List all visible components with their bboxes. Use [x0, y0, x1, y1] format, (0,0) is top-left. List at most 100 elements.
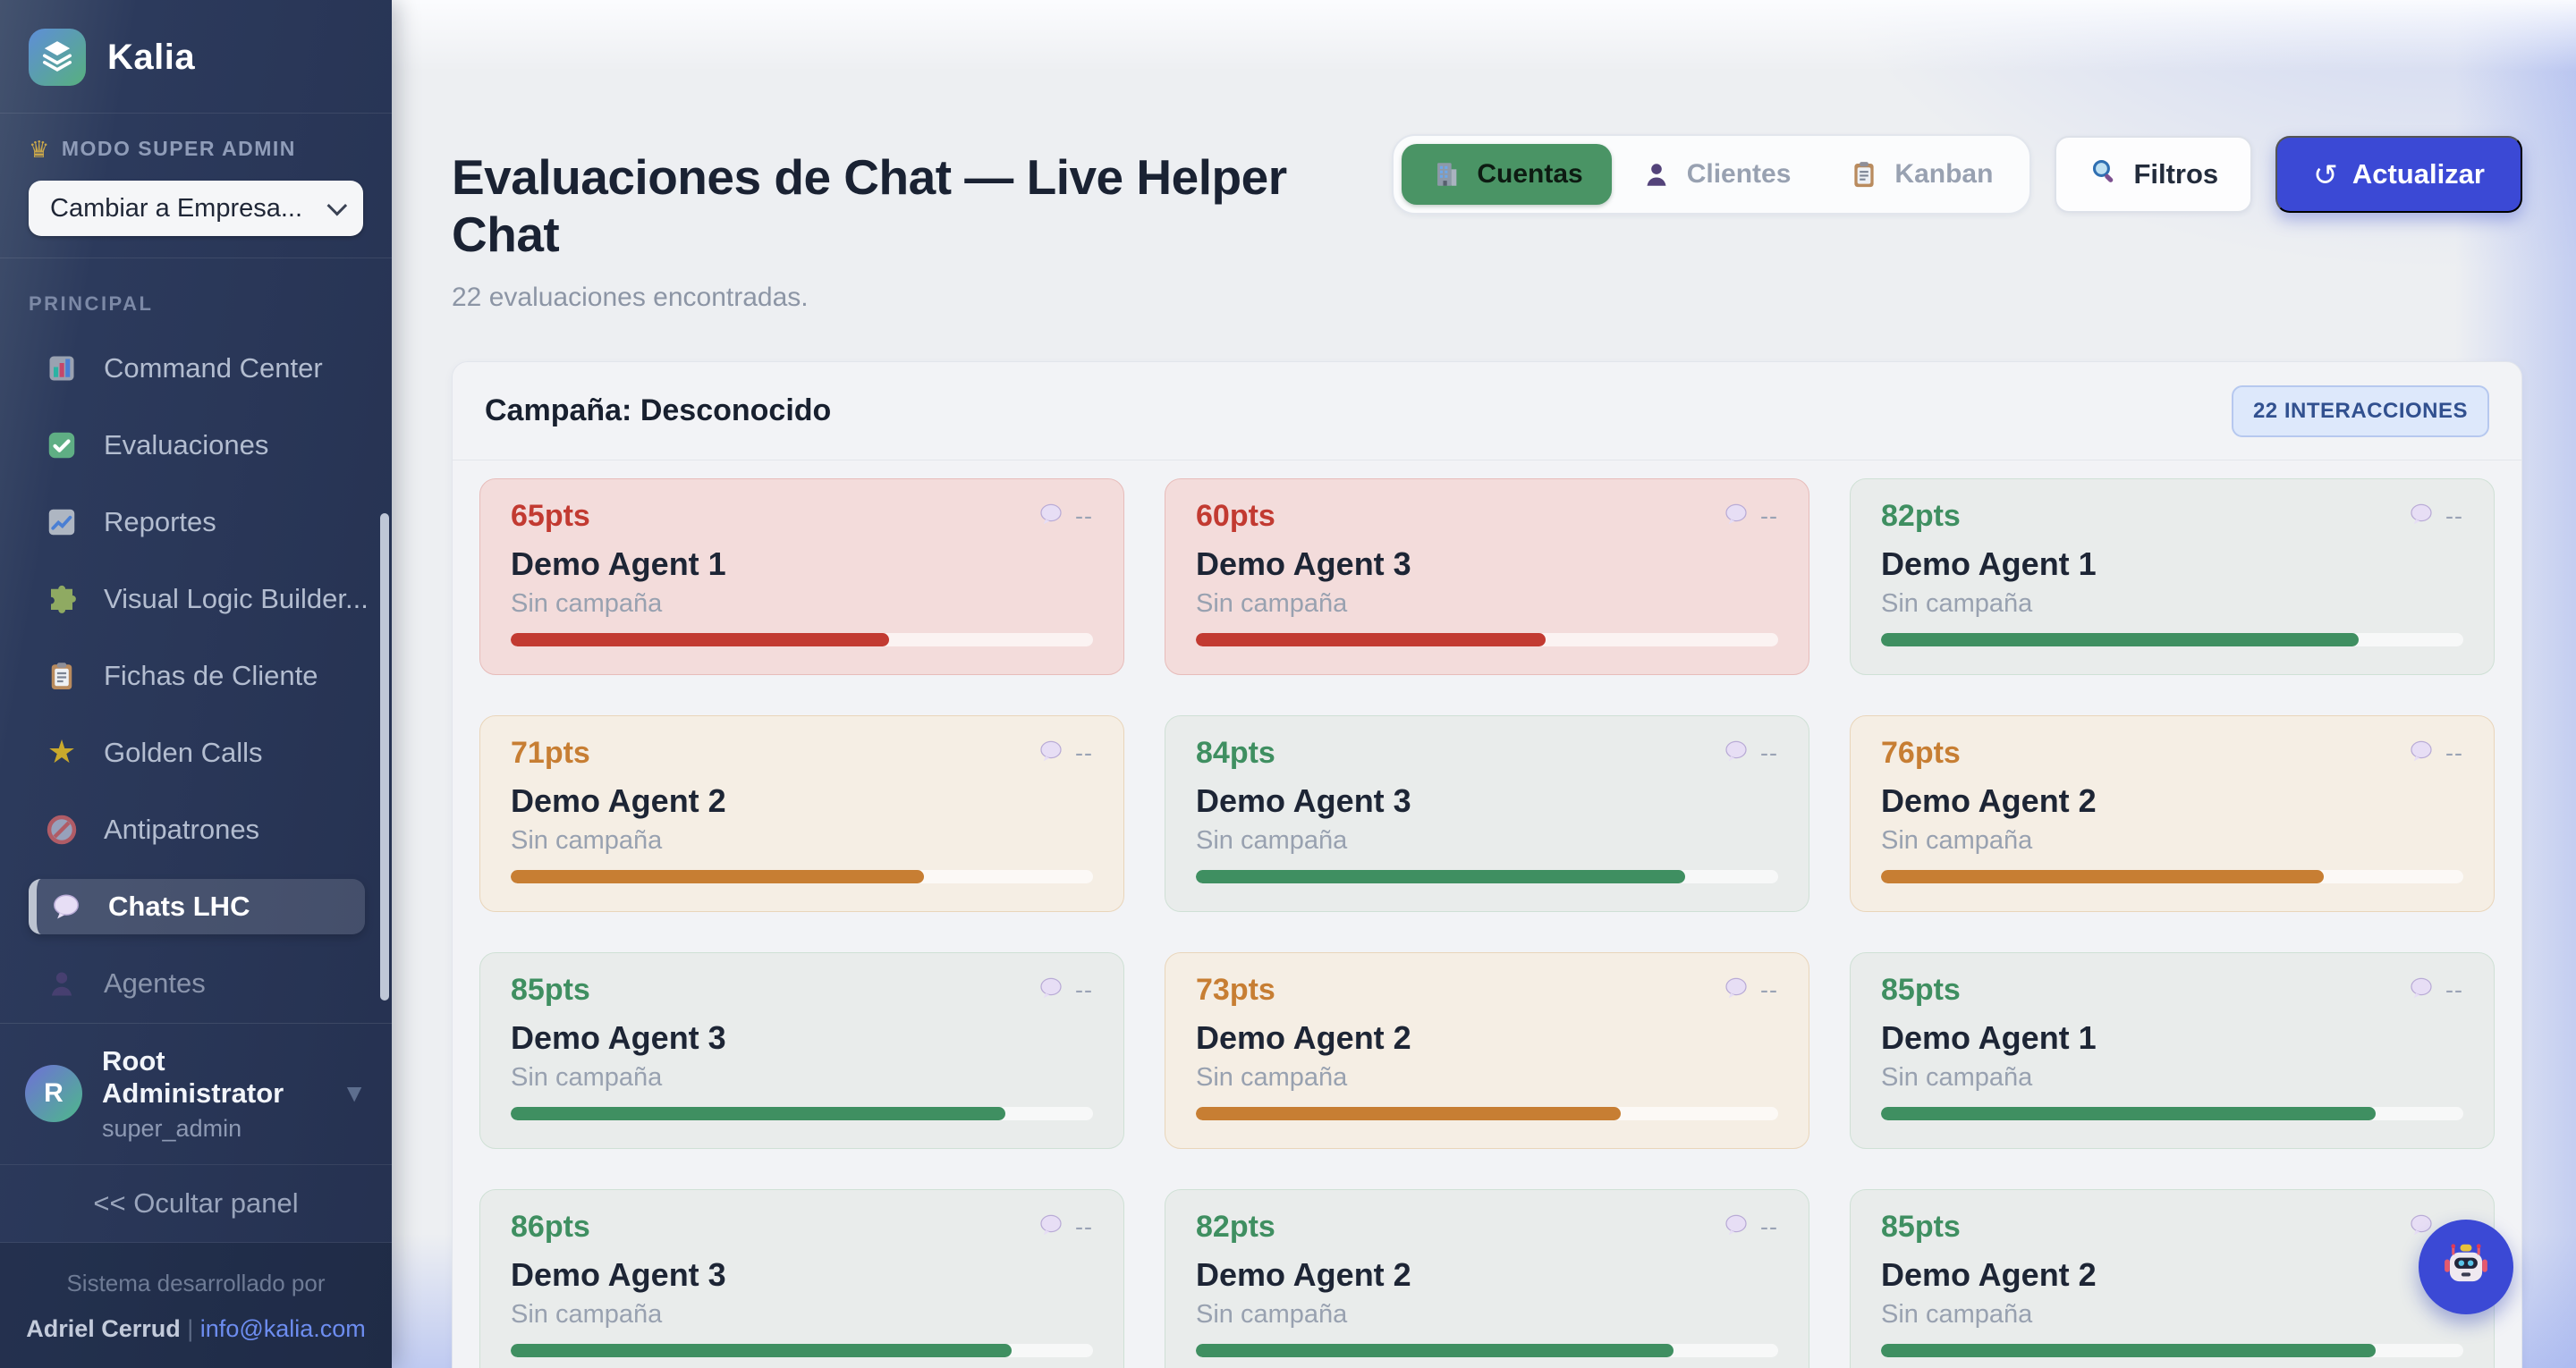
- sidebar-item-golden-calls[interactable]: ★Golden Calls: [29, 725, 365, 781]
- interactions-badge: 22 INTERACCIONES: [2232, 385, 2489, 437]
- check-icon: [43, 426, 80, 464]
- evaluation-card[interactable]: 86pts--Demo Agent 3Sin campaña: [479, 1189, 1124, 1368]
- evaluation-card[interactable]: 85pts--Demo Agent 2Sin campaña: [1850, 1189, 2495, 1368]
- building-icon: [1430, 158, 1462, 190]
- evaluation-card[interactable]: 73pts--Demo Agent 2Sin campaña: [1165, 952, 1809, 1149]
- evaluation-card[interactable]: 82pts--Demo Agent 1Sin campaña: [1850, 478, 2495, 675]
- company-select[interactable]: Cambiar a Empresa...: [29, 181, 363, 236]
- header-actions: Cuentas Clientes Kanban Filtros ↺ Actualiz…: [1392, 134, 2522, 215]
- chat-bubble-icon: [1723, 738, 1750, 769]
- chat-meta: --: [2445, 976, 2463, 1004]
- person-icon: [1640, 158, 1673, 190]
- developer-name: Adriel Cerrud: [26, 1315, 181, 1342]
- evaluation-card[interactable]: 60pts-- Demo Agent 3 Sin campaña: [1165, 478, 1809, 675]
- score-bar-fill: [511, 1344, 1012, 1357]
- score-bar: [1881, 1107, 2463, 1120]
- score-label: 71pts: [511, 736, 590, 770]
- refresh-button[interactable]: ↺ Actualizar: [2275, 136, 2522, 213]
- evaluation-card[interactable]: 76pts--Demo Agent 2Sin campaña: [1850, 715, 2495, 912]
- collapse-panel-button[interactable]: << Ocultar panel: [0, 1164, 392, 1243]
- chat-bubble-icon: [1723, 1212, 1750, 1243]
- view-tabs: Cuentas Clientes Kanban: [1392, 134, 2031, 215]
- evaluation-card[interactable]: 85pts--Demo Agent 1Sin campaña: [1850, 952, 2495, 1149]
- card-top: 82pts--: [1196, 1210, 1778, 1244]
- chat-meta: --: [1760, 976, 1778, 1004]
- score-bar: [511, 633, 1093, 646]
- score-label: 85pts: [1881, 973, 1961, 1007]
- tab-label: Cuentas: [1477, 159, 1582, 190]
- tab-clientes[interactable]: Clientes: [1612, 144, 1820, 205]
- sidebar-item-label: Antipatrones: [104, 814, 259, 846]
- sidebar-item-reportes[interactable]: Reportes: [29, 494, 365, 550]
- agent-name: Demo Agent 1: [511, 545, 1093, 583]
- card-top: 82pts--: [1881, 499, 2463, 533]
- main-header: Evaluaciones de Chat — Live Helper Chat …: [392, 0, 2576, 313]
- card-meta: --: [2408, 975, 2463, 1006]
- triangle-down-icon: ▼: [342, 1079, 367, 1108]
- card-top: 85pts--: [1881, 1210, 2463, 1244]
- chevron-down-icon: [327, 196, 348, 216]
- chat-meta: --: [2445, 739, 2463, 767]
- campaign-label: Sin campaña: [1196, 590, 1778, 617]
- sidebar-item-command-center[interactable]: Command Center: [29, 341, 365, 396]
- card-meta: --: [1723, 975, 1778, 1006]
- agent-name: Demo Agent 3: [1196, 545, 1778, 583]
- sidebar-item-agentes[interactable]: Agentes: [29, 956, 365, 1011]
- campaign-label: Sin campaña: [1196, 1064, 1778, 1091]
- chart-up-icon: [43, 503, 80, 541]
- evaluation-card[interactable]: 65pts--Demo Agent 1Sin campaña: [479, 478, 1124, 675]
- refresh-icon: ↺: [2313, 157, 2338, 192]
- agent-name: Demo Agent 1: [1881, 1019, 2463, 1057]
- score-bar: [1196, 633, 1778, 646]
- agent-name: Demo Agent 2: [1881, 782, 2463, 820]
- sidebar-scrollbar[interactable]: [380, 513, 389, 1001]
- campaign-label: Sin campaña: [511, 827, 1093, 854]
- sidebar-item-chats-lhc[interactable]: Chats LHC: [29, 879, 365, 934]
- tab-kanban[interactable]: Kanban: [1819, 144, 2021, 205]
- sidebar-item-antipatrones[interactable]: Antipatrones: [29, 802, 365, 857]
- chat-bubble-icon: [47, 888, 85, 925]
- main-content: Evaluaciones de Chat — Live Helper Chat …: [392, 0, 2576, 1368]
- evaluation-card[interactable]: 71pts--Demo Agent 2Sin campaña: [479, 715, 1124, 912]
- sidebar-item-fichas-de-cliente[interactable]: Fichas de Cliente: [29, 648, 365, 704]
- tab-label: Kanban: [1894, 159, 1993, 190]
- score-label: 76pts: [1881, 736, 1961, 770]
- crown-icon: ♛: [29, 138, 51, 161]
- company-select-value: Cambiar a Empresa...: [50, 194, 302, 224]
- score-bar-fill: [1196, 870, 1685, 883]
- user-name: Root Administrator: [102, 1045, 322, 1110]
- card-top: 76pts --: [1881, 736, 2463, 770]
- campaign-label: Sin campaña: [511, 590, 1093, 617]
- page-title: Evaluaciones de Chat — Live Helper Chat: [452, 148, 1392, 263]
- score-bar: [511, 870, 1093, 883]
- score-bar: [1196, 1107, 1778, 1120]
- kalia-logo: [29, 29, 86, 86]
- chat-bubble-icon: [2408, 501, 2435, 532]
- evaluation-card[interactable]: 85pts--Demo Agent 3Sin campaña: [479, 952, 1124, 1149]
- score-bar: [1881, 870, 2463, 883]
- score-bar-fill: [511, 1107, 1005, 1120]
- score-label: 60pts: [1196, 499, 1275, 533]
- evaluation-card[interactable]: 84pts--Demo Agent 3Sin campaña: [1165, 715, 1809, 912]
- tab-cuentas[interactable]: Cuentas: [1402, 144, 1611, 205]
- score-bar-fill: [1881, 633, 2359, 646]
- score-bar-fill: [1196, 1107, 1621, 1120]
- card-top: 60pts--: [1196, 499, 1778, 533]
- evaluation-cards-grid: 65pts--Demo Agent 1Sin campaña60pts--Dem…: [453, 460, 2521, 1368]
- super-admin-label: ♛ MODO SUPER ADMIN: [29, 137, 363, 161]
- card-meta: --: [1038, 738, 1093, 769]
- star-icon: ★: [43, 734, 80, 772]
- user-menu[interactable]: R Root Administrator super_admin ▼: [0, 1023, 392, 1164]
- evaluation-card[interactable]: 82pts--Demo Agent 2Sin campaña: [1165, 1189, 1809, 1368]
- sidebar-nav: PRINCIPAL Command CenterEvaluacionesRepo…: [0, 258, 392, 1023]
- sidebar-item-visual-logic-builder[interactable]: Visual Logic Builder...: [29, 571, 365, 627]
- chat-meta: --: [1760, 739, 1778, 767]
- sidebar-item-evaluaciones[interactable]: Evaluaciones: [29, 418, 365, 473]
- robot-fab[interactable]: [2419, 1220, 2513, 1314]
- chat-bubble-icon: [1038, 501, 1064, 532]
- filters-button[interactable]: Filtros: [2055, 136, 2252, 213]
- agent-name: Demo Agent 3: [1196, 782, 1778, 820]
- person-icon: [43, 965, 80, 1002]
- developer-email-link[interactable]: info@kalia.com: [200, 1315, 366, 1342]
- score-bar-fill: [1881, 1344, 2376, 1357]
